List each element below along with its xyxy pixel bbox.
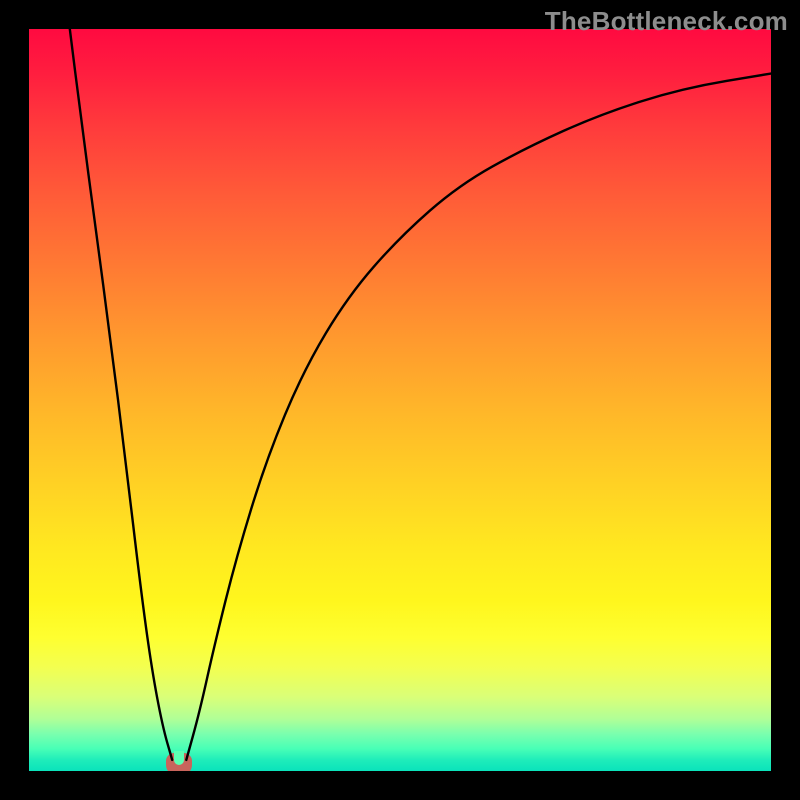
gradient-background [29, 29, 771, 771]
chart-frame: TheBottleneck.com [0, 0, 800, 800]
watermark-text: TheBottleneck.com [545, 6, 788, 37]
optimum-marker [166, 753, 192, 771]
plot-area [29, 29, 771, 771]
